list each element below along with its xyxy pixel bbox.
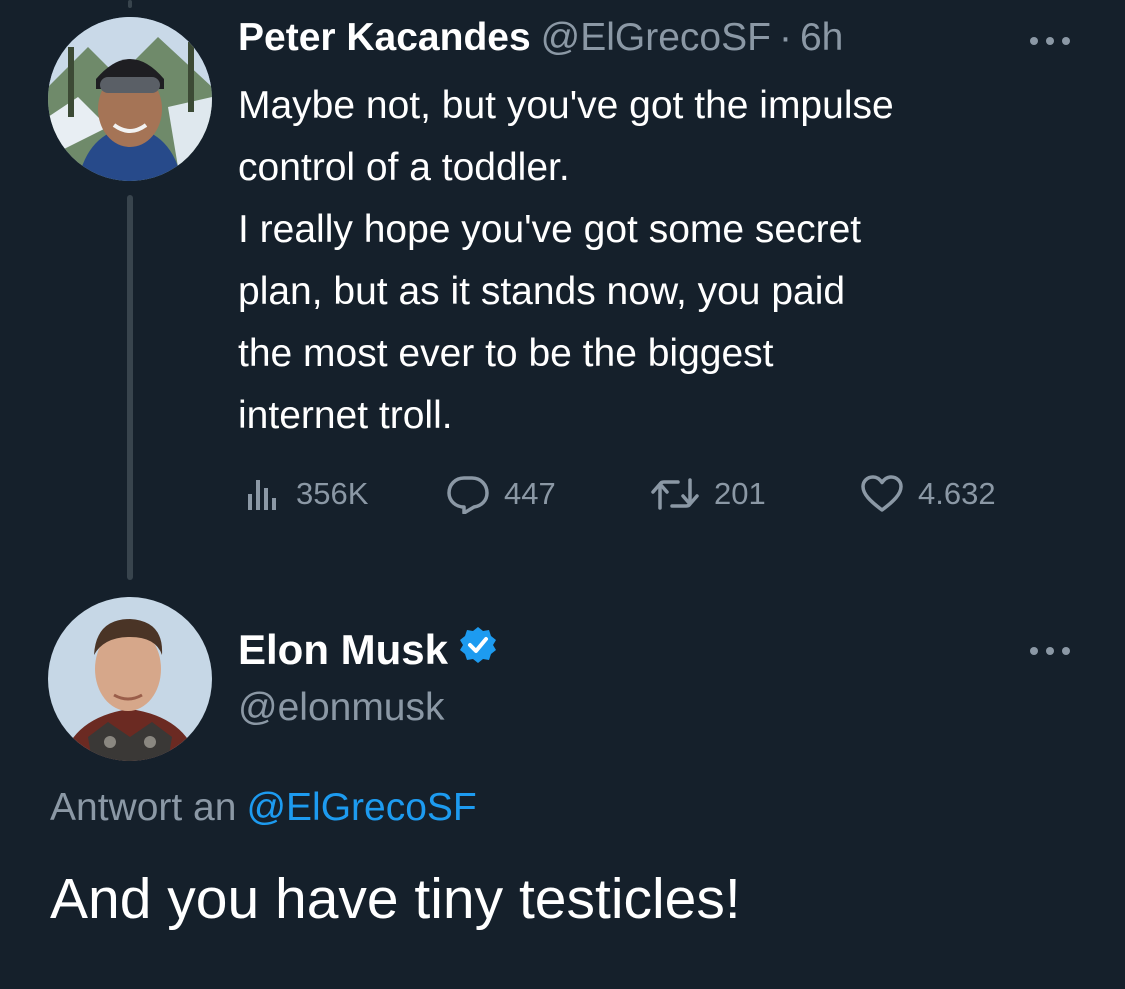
analytics-icon: [242, 474, 282, 514]
tweet1-separator: ·: [778, 16, 792, 59]
retweet-icon: [650, 474, 700, 514]
tweet2-author-handle[interactable]: @elonmusk: [238, 686, 445, 730]
likes-count: 4.632: [918, 476, 996, 511]
tweet1-header: Peter Kacandes @ElGrecoSF · 6h: [238, 16, 843, 66]
tweet1-timestamp[interactable]: 6h: [800, 16, 843, 60]
tweet2-more-icon[interactable]: [1030, 644, 1070, 658]
tweet1-text: Maybe not, but you've got the impulse co…: [238, 75, 1098, 447]
tweet1-text-line: plan, but as it stands now, you paid: [238, 270, 846, 313]
tweet1-author-name[interactable]: Peter Kacandes: [238, 16, 531, 60]
heart-icon: [860, 474, 904, 514]
tweet1-more-icon[interactable]: [1030, 34, 1070, 48]
thread-connector-top: [128, 0, 132, 8]
tweet1-action-bar: 356K 447 201 4.632: [238, 470, 1058, 518]
reply-to-label: Antwort an: [50, 786, 237, 829]
retweet-button[interactable]: 201: [650, 470, 766, 518]
thread-connector-line: [127, 195, 133, 580]
views-count: 356K: [296, 476, 369, 511]
reply-button[interactable]: 447: [446, 470, 556, 518]
retweets-count: 201: [714, 476, 766, 511]
tweet1-text-line: the most ever to be the biggest: [238, 332, 774, 375]
views-button[interactable]: 356K: [242, 470, 368, 518]
reply-to-mention-link[interactable]: @ElGrecoSF: [246, 786, 476, 829]
tweet1-text-line: Maybe not, but you've got the impulse: [238, 84, 894, 127]
tweet1-text-line: I really hope you've got some secret: [238, 208, 862, 251]
verified-badge-icon: [448, 625, 498, 675]
like-button[interactable]: 4.632: [860, 470, 996, 518]
tweet1-text-line: control of a toddler.: [238, 146, 570, 189]
tweet2-author-name[interactable]: Elon Musk: [238, 626, 448, 674]
reply-context: Antwort an @ElGrecoSF: [50, 786, 477, 830]
reply-icon: [446, 474, 490, 514]
tweet1-text-line: internet troll.: [238, 394, 453, 437]
replies-count: 447: [504, 476, 556, 511]
tweet2-text: And you have tiny testicles!: [50, 867, 741, 931]
tweet2-author: Elon Musk: [238, 625, 498, 675]
tweet1-author-handle[interactable]: @ElGrecoSF: [541, 16, 771, 60]
avatar-peter-kacandes[interactable]: [48, 17, 212, 181]
avatar-elon-musk[interactable]: [48, 597, 212, 761]
